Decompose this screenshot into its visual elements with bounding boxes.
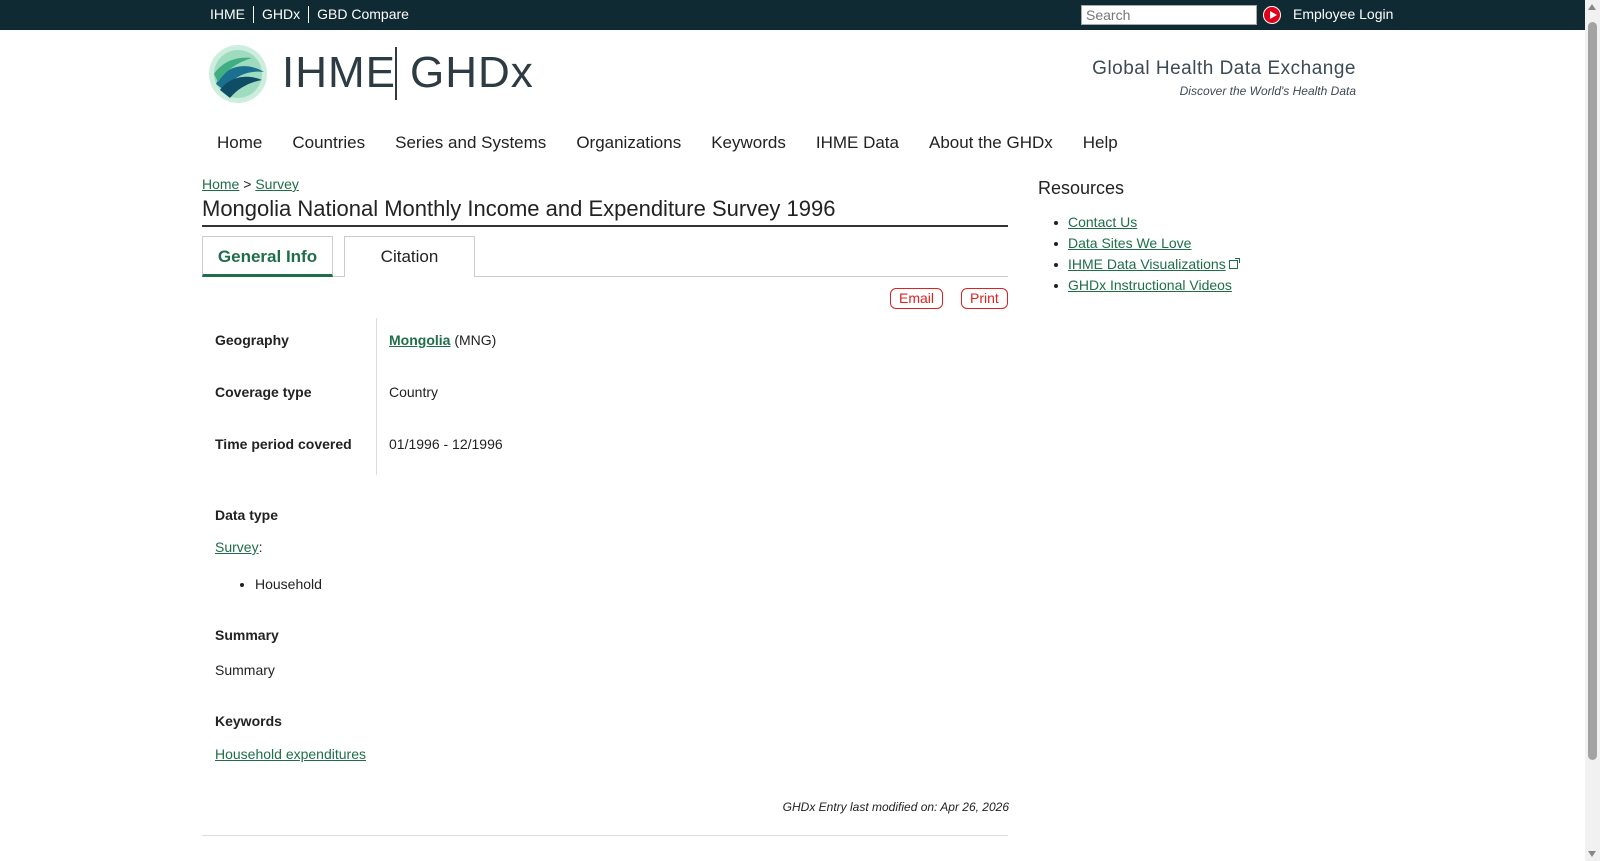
ihme-logo-icon[interactable] bbox=[208, 44, 268, 104]
resource-ihme-visualizations-link[interactable]: IHME Data Visualizations bbox=[1068, 256, 1226, 272]
scroll-thumb[interactable] bbox=[1588, 22, 1597, 760]
data-type-value: Survey: bbox=[215, 539, 262, 555]
geography-label: Geography bbox=[215, 332, 289, 348]
page-title: Mongolia National Monthly Income and Exp… bbox=[202, 196, 1008, 227]
search-input[interactable] bbox=[1081, 5, 1257, 25]
nav-ihme-data[interactable]: IHME Data bbox=[801, 132, 914, 154]
data-type-label: Data type bbox=[215, 507, 279, 523]
info-row-time-period: Time period covered 01/1996 - 12/1996 bbox=[202, 422, 1008, 474]
resource-instructional-videos-link[interactable]: GHDx Instructional Videos bbox=[1068, 277, 1232, 293]
nav-help[interactable]: Help bbox=[1068, 132, 1133, 154]
employee-login-link[interactable]: Employee Login bbox=[1293, 6, 1393, 23]
top-link-ihme[interactable]: IHME bbox=[202, 6, 253, 23]
main-nav: Home Countries Series and Systems Organi… bbox=[202, 132, 1133, 154]
print-button[interactable]: Print bbox=[961, 288, 1008, 309]
nav-countries[interactable]: Countries bbox=[277, 132, 380, 154]
resource-data-sites-link[interactable]: Data Sites We Love bbox=[1068, 235, 1191, 251]
scroll-up-arrow-icon[interactable] bbox=[1588, 4, 1596, 10]
keywords-label: Keywords bbox=[215, 713, 282, 729]
summary-text: Summary bbox=[215, 662, 275, 678]
page-scrollbar[interactable] bbox=[1585, 0, 1600, 861]
summary-label: Summary bbox=[215, 627, 279, 643]
time-period-value: 01/1996 - 12/1996 bbox=[389, 436, 503, 452]
nav-about-ghdx[interactable]: About the GHDx bbox=[914, 132, 1068, 154]
resource-item: Data Sites We Love bbox=[1054, 235, 1238, 256]
record-info-table: Geography Mongolia (MNG) Coverage type C… bbox=[202, 318, 1008, 475]
keyword-household-expenditures-link[interactable]: Household expenditures bbox=[215, 746, 366, 762]
keywords-value: Household expenditures bbox=[215, 746, 366, 762]
breadcrumb-home-link[interactable]: Home bbox=[202, 176, 239, 192]
data-type-colon: : bbox=[258, 539, 263, 555]
logo-divider bbox=[395, 47, 397, 100]
tab-citation[interactable]: Citation bbox=[344, 236, 475, 277]
resource-item: GHDx Instructional Videos bbox=[1054, 277, 1238, 298]
site-tagline-subtitle: Discover the World's Health Data bbox=[1179, 84, 1356, 98]
nav-organizations[interactable]: Organizations bbox=[561, 132, 696, 154]
logo-ihme-text: IHME bbox=[282, 48, 396, 97]
data-type-survey-link[interactable]: Survey bbox=[215, 539, 259, 555]
email-button[interactable]: Email bbox=[890, 288, 944, 309]
resource-contact-us-link[interactable]: Contact Us bbox=[1068, 214, 1137, 230]
nav-home[interactable]: Home bbox=[202, 132, 277, 154]
geography-code: (MNG) bbox=[454, 332, 497, 348]
geography-country-link[interactable]: Mongolia bbox=[389, 332, 450, 348]
geography-value: Mongolia (MNG) bbox=[389, 332, 496, 348]
content-bottom-divider bbox=[202, 835, 1008, 836]
last-modified-note: GHDx Entry last modified on: Apr 26, 202… bbox=[782, 800, 1009, 814]
nav-series-and-systems[interactable]: Series and Systems bbox=[380, 132, 561, 154]
time-period-label: Time period covered bbox=[215, 436, 352, 452]
breadcrumb-survey-link[interactable]: Survey bbox=[255, 176, 299, 192]
top-bar: IHME GHDx GBD Compare Employee Login bbox=[0, 0, 1585, 30]
data-type-list-item: Household bbox=[240, 576, 322, 592]
coverage-type-value: Country bbox=[389, 384, 439, 400]
resources-list: Contact Us Data Sites We Love IHME Data … bbox=[1054, 214, 1240, 298]
top-link-gbd-compare[interactable]: GBD Compare bbox=[308, 6, 417, 23]
tab-general-info[interactable]: General Info bbox=[202, 236, 333, 277]
external-link-icon bbox=[1228, 258, 1240, 269]
top-links: IHME GHDx GBD Compare bbox=[202, 6, 417, 23]
nav-keywords[interactable]: Keywords bbox=[696, 132, 801, 154]
search-submit-icon[interactable] bbox=[1263, 6, 1281, 24]
coverage-type-label: Coverage type bbox=[215, 384, 312, 400]
logo-ghdx-text: GHDx bbox=[410, 48, 534, 97]
breadcrumb-separator: > bbox=[243, 176, 252, 192]
site-tagline-title: Global Health Data Exchange bbox=[1092, 58, 1356, 79]
top-link-ghdx[interactable]: GHDx bbox=[253, 6, 308, 23]
content-tabs: General Info Citation bbox=[202, 236, 1008, 277]
resource-item: Contact Us bbox=[1054, 214, 1238, 235]
info-row-coverage: Coverage type Country bbox=[202, 370, 1008, 422]
scroll-down-arrow-icon[interactable] bbox=[1588, 851, 1596, 857]
resources-heading: Resources bbox=[1038, 178, 1125, 198]
resource-item: IHME Data Visualizations bbox=[1054, 256, 1240, 277]
breadcrumb: Home > Survey bbox=[202, 176, 299, 192]
info-row-geography: Geography Mongolia (MNG) bbox=[202, 318, 1008, 370]
